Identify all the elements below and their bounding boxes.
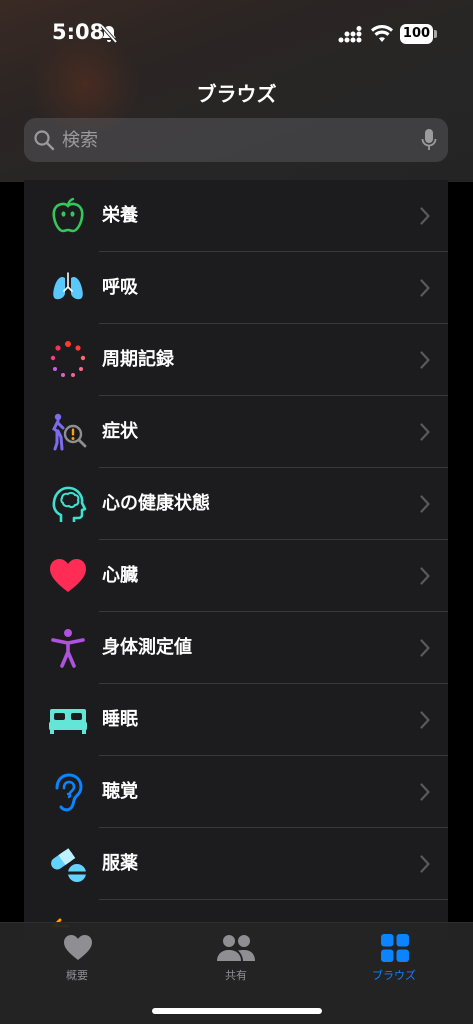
cycle-tracking-icon <box>50 341 86 377</box>
grid-browse-icon <box>381 934 409 962</box>
cellular-signal-icon <box>338 26 362 43</box>
category-label: 症状 <box>102 421 138 442</box>
category-row-heart[interactable]: 心臓 <box>24 540 448 612</box>
chevron-right-icon <box>420 495 430 513</box>
category-row-sleep[interactable]: 睡眠 <box>24 684 448 756</box>
microphone-icon[interactable] <box>421 128 437 152</box>
heart-icon <box>50 559 86 592</box>
tab-label: 共有 <box>225 969 247 982</box>
tab-sharing[interactable]: 共有 <box>176 923 296 993</box>
chevron-right-icon <box>420 567 430 585</box>
search-bar[interactable] <box>24 118 448 162</box>
category-row-symptoms[interactable]: 症状 <box>24 396 448 468</box>
page-title: ブラウズ <box>196 82 277 106</box>
pills-medications-icon <box>51 848 86 882</box>
category-label: 聴覚 <box>102 781 138 802</box>
tab-label: ブラウズ <box>372 969 416 982</box>
category-label: 心の健康状態 <box>102 493 210 514</box>
chevron-right-icon <box>420 855 430 873</box>
heart-summary-icon <box>64 935 92 960</box>
chevron-right-icon <box>420 711 430 729</box>
category-row-hearing[interactable]: 聴覚 <box>24 756 448 828</box>
chevron-right-icon <box>420 783 430 801</box>
category-label: 心臓 <box>102 565 138 586</box>
battery-tip <box>434 30 437 38</box>
people-sharing-icon <box>217 935 255 961</box>
category-list: 栄養 呼吸 周期記録 症状 心の健康状態 心臓 身体測定値 睡眠 聴覚 服薬 <box>24 180 448 940</box>
lungs-icon <box>53 272 83 300</box>
mental-wellbeing-icon <box>52 486 87 522</box>
tab-label: 概要 <box>66 969 88 982</box>
tab-browse[interactable]: ブラウズ <box>334 923 454 993</box>
category-label: 栄養 <box>102 205 138 226</box>
health-browse-screen: 5:08 100 ブラウズ 検索 栄養 呼吸 周期記録 症状 心の健康状態 心臓… <box>0 0 473 1024</box>
symptoms-icon <box>52 413 87 451</box>
bed-sleep-icon <box>49 709 87 734</box>
chevron-right-icon <box>420 279 430 297</box>
battery-level: 100 <box>400 24 433 44</box>
category-row-medications[interactable]: 服薬 <box>24 828 448 900</box>
category-row-respiratory[interactable]: 呼吸 <box>24 252 448 324</box>
category-label: 身体測定値 <box>102 637 192 658</box>
category-label: 呼吸 <box>102 277 138 298</box>
wifi-icon <box>371 25 393 42</box>
category-label: 睡眠 <box>102 709 138 730</box>
body-measurements-icon <box>51 629 85 668</box>
search-icon <box>34 130 55 151</box>
chevron-right-icon <box>420 423 430 441</box>
category-label: 服薬 <box>102 853 138 874</box>
silent-bell-icon <box>100 24 118 44</box>
category-row-nutrition[interactable]: 栄養 <box>24 180 448 252</box>
tab-summary[interactable]: 概要 <box>17 923 137 993</box>
category-row-cycle-tracking[interactable]: 周期記録 <box>24 324 448 396</box>
status-time: 5:08 <box>52 20 105 44</box>
category-row-mental-wellbeing[interactable]: 心の健康状態 <box>24 468 448 540</box>
chevron-right-icon <box>420 639 430 657</box>
chevron-right-icon <box>420 351 430 369</box>
apple-nutrition-icon <box>52 197 84 233</box>
home-indicator[interactable] <box>152 1008 322 1014</box>
category-label: 周期記録 <box>102 349 174 370</box>
search-input[interactable] <box>62 118 402 162</box>
category-row-body-measurements[interactable]: 身体測定値 <box>24 612 448 684</box>
ear-hearing-icon <box>55 773 83 812</box>
chevron-right-icon <box>420 207 430 225</box>
